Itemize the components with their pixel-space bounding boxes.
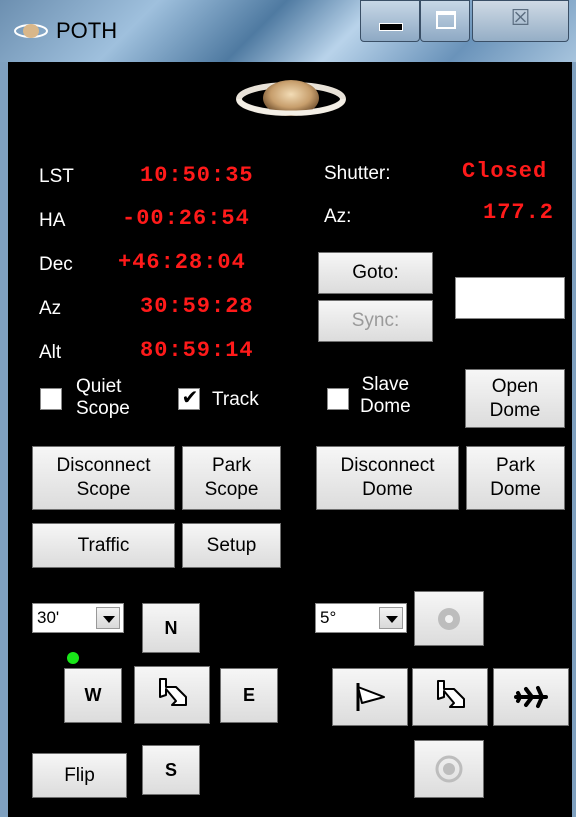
sync-button-label: Sync: <box>351 310 400 332</box>
traffic-button[interactable]: Traffic <box>32 523 175 568</box>
minimize-icon <box>379 23 403 31</box>
pointing-hand-icon <box>437 680 465 708</box>
slave-dome-label: Slave Dome <box>360 374 411 417</box>
park-scope-label: Park Scope <box>204 455 259 500</box>
minimize-button[interactable] <box>360 0 420 42</box>
circle-icon <box>438 607 460 630</box>
airplane-icon <box>514 686 548 708</box>
saturn-icon <box>14 24 48 38</box>
track-label: Track <box>212 389 259 410</box>
alt-value: 80:59:14 <box>140 338 254 363</box>
disconnect-scope-label: Disconnect Scope <box>56 455 151 500</box>
dome-ccw-button[interactable] <box>332 668 408 726</box>
goto-target-input[interactable] <box>455 277 565 319</box>
scope-stop-button[interactable] <box>134 666 210 724</box>
setup-label: Setup <box>206 534 257 556</box>
flip-button[interactable]: Flip <box>32 753 127 798</box>
close-button[interactable]: ☒ <box>472 0 569 42</box>
dome-step-select[interactable]: 5° <box>315 603 407 633</box>
window-frame-left <box>0 62 8 817</box>
dome-az-label: Az: <box>324 206 352 227</box>
dome-down-button[interactable] <box>414 740 484 798</box>
target-icon <box>435 755 463 783</box>
open-dome-button[interactable]: Open Dome <box>465 369 565 428</box>
track-checkbox[interactable]: ✔ <box>178 387 200 410</box>
lst-value: 10:50:35 <box>140 163 254 188</box>
slave-dome-checkbox[interactable] <box>327 388 349 410</box>
park-dome-button[interactable]: Park Dome <box>466 446 565 510</box>
north-button[interactable]: N <box>142 603 200 653</box>
track-check-icon: ✔ <box>181 387 199 409</box>
dec-label: Dec <box>39 254 73 275</box>
chevron-down-icon[interactable] <box>379 607 403 629</box>
disconnect-dome-button[interactable]: Disconnect Dome <box>316 446 459 510</box>
window-title: POTH <box>56 18 118 43</box>
setup-button[interactable]: Setup <box>182 523 281 568</box>
goto-button-label: Goto: <box>352 262 399 284</box>
maximize-button[interactable] <box>420 0 470 42</box>
shutter-label: Shutter: <box>324 163 391 184</box>
window-frame-right <box>572 62 576 817</box>
chevron-down-icon[interactable] <box>96 607 120 629</box>
poth-window: POTH ☒ LST 10:50:35 HA -00:26:54 Dec +46… <box>0 0 576 817</box>
ha-value: -00:26:54 <box>122 206 250 231</box>
az-label: Az <box>39 298 62 319</box>
west-label: W <box>84 685 102 706</box>
south-label: S <box>164 759 177 780</box>
flip-label: Flip <box>64 764 95 786</box>
lst-label: LST <box>39 166 74 187</box>
maximize-icon <box>436 11 456 29</box>
open-dome-label: Open Dome <box>489 375 541 421</box>
park-scope-button[interactable]: Park Scope <box>182 446 281 510</box>
goto-button[interactable]: Goto: <box>318 252 433 294</box>
title-bar[interactable]: POTH ☒ <box>0 0 576 62</box>
dec-value: +46:28:04 <box>118 250 246 275</box>
alt-label: Alt <box>39 342 62 363</box>
dome-stop-button[interactable] <box>412 668 488 726</box>
east-label: E <box>242 685 255 706</box>
scope-step-value: 30' <box>37 608 60 627</box>
south-button[interactable]: S <box>142 745 200 795</box>
dome-step-value: 5° <box>320 608 337 627</box>
az-value: 30:59:28 <box>140 294 254 319</box>
sync-button[interactable]: Sync: <box>318 300 433 342</box>
shutter-value: Closed <box>462 159 548 184</box>
quiet-scope-checkbox[interactable] <box>40 388 62 410</box>
close-icon: ☒ <box>510 5 531 30</box>
disconnect-scope-button[interactable]: Disconnect Scope <box>32 446 175 510</box>
quiet-scope-label: Quiet Scope <box>76 376 130 419</box>
north-label: N <box>164 617 178 638</box>
west-button[interactable]: W <box>64 668 122 723</box>
flag-icon <box>356 683 385 711</box>
connection-indicator <box>67 652 79 664</box>
dome-up-button[interactable] <box>414 591 484 646</box>
east-button[interactable]: E <box>220 668 278 723</box>
ha-label: HA <box>39 210 66 231</box>
pointing-hand-icon <box>159 678 187 706</box>
park-dome-label: Park Dome <box>490 455 541 500</box>
traffic-label: Traffic <box>77 534 130 556</box>
disconnect-dome-label: Disconnect Dome <box>340 455 435 500</box>
dome-az-value: 177.2 <box>483 200 555 225</box>
dome-slew-button[interactable] <box>493 668 569 726</box>
scope-step-select[interactable]: 30' <box>32 603 124 633</box>
saturn-logo-icon <box>236 80 346 116</box>
caption-buttons: ☒ <box>360 0 575 42</box>
